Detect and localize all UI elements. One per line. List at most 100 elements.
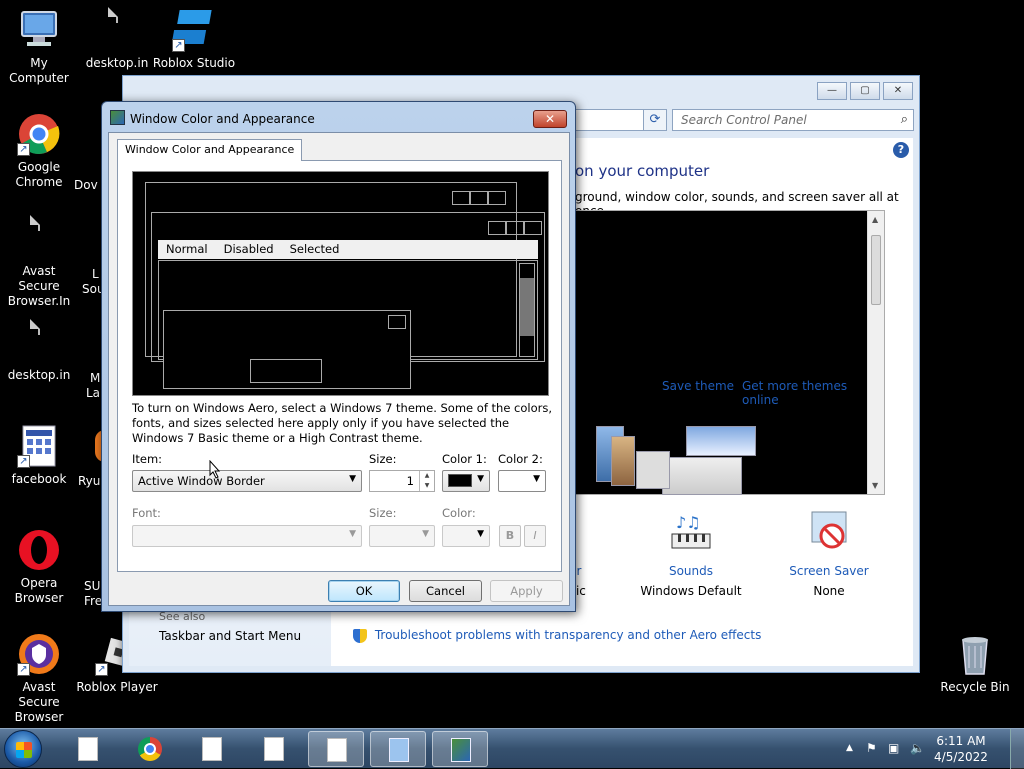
troubleshoot-row[interactable]: Troubleshoot problems with transparency … — [353, 628, 761, 643]
chevron-down-icon: ▼ — [477, 529, 484, 539]
save-theme-link[interactable]: Save theme — [662, 379, 734, 393]
size-label: Size: — [369, 452, 397, 466]
bold-button[interactable]: B — [499, 525, 521, 547]
desktop-icon-desktop-ini-2[interactable]: desktop.in — [0, 319, 78, 383]
taskbar-item-window-color[interactable] — [432, 731, 488, 767]
search-icon[interactable]: ⌕ — [901, 112, 908, 127]
close-button[interactable]: ✕ — [533, 110, 567, 128]
theme-thumbnail[interactable] — [636, 451, 670, 489]
dialog-body: Window Color and Appearance Normal Disab… — [108, 132, 570, 606]
taskbar: ▲ ⚑ ▣ 🔈 6:11 AM 4/5/2022 — [0, 728, 1024, 769]
shortcut-arrow-icon: ↗ — [172, 39, 185, 52]
show-hidden-icons-icon[interactable]: ▲ — [846, 743, 853, 753]
desktop-icon-recycle-bin[interactable]: Recycle Bin — [936, 632, 1014, 695]
font-color-label: Color: — [442, 506, 476, 520]
color1-picker[interactable]: ▼ — [442, 470, 490, 492]
chevron-down-icon: ▼ — [349, 529, 356, 539]
volume-muted-icon[interactable]: 🔈 — [910, 741, 925, 755]
computer-icon — [17, 8, 61, 52]
taskbar-item-file[interactable] — [184, 731, 240, 767]
taskbar-start-menu-link[interactable]: Taskbar and Start Menu — [159, 629, 301, 643]
display-icon — [110, 110, 125, 125]
file-icon — [202, 737, 222, 761]
appearance-preview[interactable]: Normal Disabled Selected — [132, 171, 549, 396]
scrollbar-thumb[interactable] — [871, 235, 881, 305]
font-color-picker[interactable]: ▼ — [442, 525, 490, 547]
color2-picker[interactable]: ▼ — [498, 470, 546, 492]
scroll-down-icon[interactable]: ▼ — [872, 481, 878, 490]
apply-button[interactable]: Apply — [490, 580, 563, 602]
screen-saver-item[interactable]: Screen Saver None — [774, 508, 884, 598]
font-label: Font: — [132, 506, 161, 520]
desktop-icon-facebook[interactable]: ↗ facebook — [0, 424, 78, 487]
file-icon — [17, 319, 61, 364]
scroll-up-icon[interactable]: ▲ — [872, 215, 878, 224]
desktop-icon-avast-secure-browser[interactable]: ↗ Avast Secure Browser — [0, 632, 78, 725]
font-size-select[interactable]: ▼ — [369, 525, 435, 547]
sounds-icon: ♪♫ — [666, 508, 716, 556]
chevron-down-icon: ▼ — [422, 529, 429, 539]
color2-label: Color 2: — [498, 452, 543, 466]
desktop-icon-my-computer[interactable]: My Computer — [0, 8, 78, 86]
roblox-studio-icon: ↗ — [171, 8, 216, 52]
sounds-item[interactable]: ♪♫ Sounds Windows Default — [636, 508, 746, 598]
network-icon[interactable]: ▣ — [888, 741, 899, 755]
page-heading: on your computer — [575, 162, 710, 180]
screen-saver-icon — [804, 508, 854, 556]
vertical-scrollbar[interactable]: ▲ ▼ — [867, 211, 884, 494]
desktop-icon-roblox-studio[interactable]: ↗ Roblox Studio — [148, 8, 240, 71]
desktop-icon-google-chrome[interactable]: ↗ Google Chrome — [0, 112, 78, 190]
file-icon — [327, 738, 347, 762]
preview-message-box — [163, 310, 411, 389]
file-icon — [264, 737, 284, 761]
taskbar-item-file[interactable] — [60, 731, 116, 767]
get-more-themes-link[interactable]: Get more themes online — [742, 379, 884, 407]
clock[interactable]: 6:11 AM 4/5/2022 — [926, 733, 996, 765]
avast-icon: ↗ — [17, 632, 61, 676]
show-desktop-button[interactable] — [1010, 729, 1024, 769]
ok-button[interactable]: OK — [328, 580, 400, 602]
taskbar-item-control-panel[interactable] — [370, 731, 426, 767]
italic-button[interactable]: I — [524, 525, 546, 547]
desktop-icon-desktop-ini-1[interactable]: desktop.in — [78, 7, 156, 71]
tab-window-color[interactable]: Window Color and Appearance — [117, 139, 303, 161]
chevron-down-icon: ▼ — [533, 474, 540, 484]
item-select[interactable]: Active Window Border ▼ — [132, 470, 362, 492]
theme-thumbnail[interactable] — [662, 457, 742, 495]
maximize-button[interactable]: ▢ — [850, 82, 880, 100]
recycle-bin-icon — [953, 632, 997, 676]
refresh-icon[interactable]: ⟳ — [643, 109, 667, 131]
theme-list[interactable]: Save theme Get more themes online ▲ ▼ — [575, 210, 885, 495]
theme-thumbnail[interactable] — [686, 426, 756, 456]
cancel-button[interactable]: Cancel — [409, 580, 482, 602]
control-panel-icon — [389, 738, 409, 762]
help-icon[interactable]: ? — [893, 142, 909, 158]
font-select[interactable]: ▼ — [132, 525, 362, 547]
desktop-icon-opera-browser[interactable]: Opera Browser — [0, 528, 78, 606]
start-button[interactable] — [4, 730, 42, 768]
desktop-icon-partial-dov[interactable]: Dov — [74, 178, 104, 193]
window-color-dialog: Window Color and Appearance ✕ Window Col… — [101, 101, 576, 612]
action-center-flag-icon[interactable]: ⚑ — [866, 741, 877, 755]
color1-label: Color 1: — [442, 452, 487, 466]
troubleshoot-link[interactable]: Troubleshoot problems with transparency … — [375, 628, 762, 642]
taskbar-item-file[interactable] — [246, 731, 302, 767]
minimize-button[interactable]: — — [817, 82, 847, 100]
shield-icon — [353, 628, 367, 643]
chrome-icon — [138, 737, 162, 761]
spinner-arrows-icon[interactable]: ▲ ▼ — [419, 471, 434, 491]
desktop-icon-avast-secure-browser-in[interactable]: Avast Secure Browser.In — [0, 215, 78, 309]
size-spinner[interactable]: 1 ▲ ▼ — [369, 470, 435, 492]
file-icon — [17, 215, 61, 260]
close-button[interactable]: ✕ — [883, 82, 913, 100]
shortcut-arrow-icon: ↗ — [17, 143, 30, 156]
theme-thumbnail[interactable] — [611, 436, 635, 486]
color1-swatch — [448, 474, 472, 487]
display-icon — [451, 738, 471, 762]
chrome-icon: ↗ — [17, 112, 61, 156]
preview-menu-bar: Normal Disabled Selected — [158, 240, 538, 259]
search-input[interactable]: Search Control Panel ⌕ — [672, 109, 914, 131]
taskbar-item-chrome[interactable] — [122, 731, 178, 767]
taskbar-item-file-active[interactable] — [308, 731, 364, 767]
windows-logo-icon — [16, 742, 32, 758]
